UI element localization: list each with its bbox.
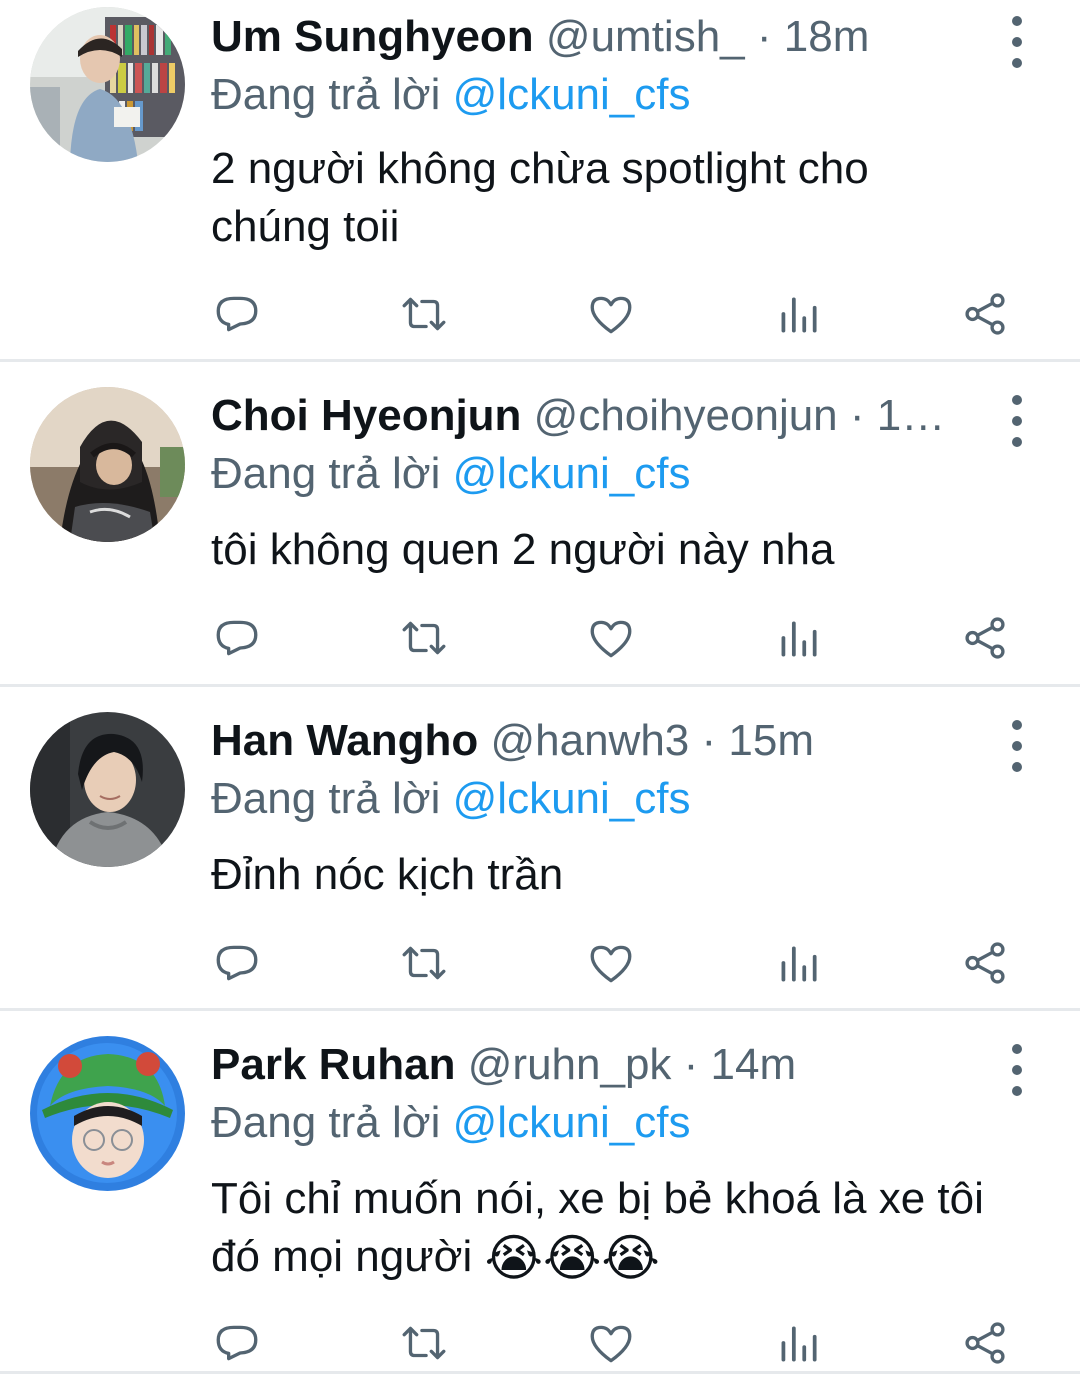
retweet-icon[interactable] bbox=[398, 1317, 450, 1369]
reply-icon[interactable] bbox=[211, 1317, 263, 1369]
heart-icon[interactable] bbox=[585, 937, 637, 989]
avatar-photo bbox=[30, 387, 185, 542]
display-name[interactable]: Han Wangho bbox=[211, 716, 478, 765]
avatar[interactable] bbox=[30, 712, 185, 867]
mention-link[interactable]: @lckuni_cfs bbox=[453, 449, 691, 498]
avatar-photo bbox=[30, 1036, 185, 1191]
avatar-photo bbox=[30, 7, 185, 162]
mention-link[interactable]: @lckuni_cfs bbox=[453, 1098, 691, 1147]
reply-icon[interactable] bbox=[211, 937, 263, 989]
user-handle[interactable]: @umtish_ bbox=[546, 12, 745, 61]
timestamp[interactable]: 18m bbox=[784, 12, 870, 61]
separator: · bbox=[701, 716, 717, 765]
user-handle[interactable]: @ruhn_pk bbox=[468, 1040, 672, 1089]
more-vertical-icon[interactable] bbox=[1002, 16, 1032, 68]
timestamp[interactable]: 1… bbox=[877, 391, 945, 440]
share-icon[interactable] bbox=[959, 937, 1011, 989]
tweet-header: Choi Hyeonjun @choihyeonjun · 1… bbox=[211, 387, 990, 445]
share-icon[interactable] bbox=[959, 288, 1011, 340]
action-bar bbox=[211, 608, 1011, 668]
tweet-header: Park Ruhan @ruhn_pk · 14m bbox=[211, 1036, 990, 1094]
reply-prefix: Đang trả lời bbox=[211, 1098, 441, 1147]
reply-icon[interactable] bbox=[211, 288, 263, 340]
share-icon[interactable] bbox=[959, 612, 1011, 664]
views-icon[interactable] bbox=[772, 937, 824, 989]
reply-prefix: Đang trả lời bbox=[211, 70, 441, 119]
reply-context: Đang trả lời @lckuni_cfs bbox=[211, 445, 990, 503]
retweet-icon[interactable] bbox=[398, 612, 450, 664]
retweet-icon[interactable] bbox=[398, 288, 450, 340]
avatar-photo bbox=[30, 712, 185, 867]
action-bar bbox=[211, 284, 1011, 344]
timestamp[interactable]: 15m bbox=[728, 716, 814, 765]
tweet-text: Đỉnh nóc kịch trần bbox=[211, 850, 564, 899]
more-vertical-icon[interactable] bbox=[1002, 720, 1032, 772]
separator: · bbox=[756, 12, 772, 61]
user-handle[interactable]: @choihyeonjun bbox=[534, 391, 838, 440]
separator: · bbox=[683, 1040, 699, 1089]
action-bar bbox=[211, 933, 1011, 993]
tweet-text: Tôi chỉ muốn nói, xe bị bẻ khoá là xe tô… bbox=[211, 1170, 1001, 1286]
views-icon[interactable] bbox=[772, 612, 824, 664]
reply-context: Đang trả lời @lckuni_cfs bbox=[211, 1094, 990, 1152]
tweet[interactable]: Park Ruhan @ruhn_pk · 14m Đang trả lời @… bbox=[0, 1011, 1080, 1374]
user-handle[interactable]: @hanwh3 bbox=[490, 716, 689, 765]
separator: · bbox=[849, 391, 865, 440]
mention-link[interactable]: @lckuni_cfs bbox=[453, 774, 691, 823]
avatar[interactable] bbox=[30, 1036, 185, 1191]
reply-context: Đang trả lời @lckuni_cfs bbox=[211, 66, 990, 124]
more-vertical-icon[interactable] bbox=[1002, 395, 1032, 447]
share-icon[interactable] bbox=[959, 1317, 1011, 1369]
reply-prefix: Đang trả lời bbox=[211, 449, 441, 498]
heart-icon[interactable] bbox=[585, 1317, 637, 1369]
display-name[interactable]: Park Ruhan bbox=[211, 1040, 456, 1089]
crying-emoji: 😭😭😭 bbox=[484, 1230, 660, 1286]
more-vertical-icon[interactable] bbox=[1002, 1044, 1032, 1096]
reply-context: Đang trả lời @lckuni_cfs bbox=[211, 770, 990, 828]
reply-prefix: Đang trả lời bbox=[211, 774, 441, 823]
display-name[interactable]: Choi Hyeonjun bbox=[211, 391, 521, 440]
reply-icon[interactable] bbox=[211, 612, 263, 664]
heart-icon[interactable] bbox=[585, 612, 637, 664]
display-name[interactable]: Um Sunghyeon bbox=[211, 12, 534, 61]
tweet-header: Um Sunghyeon @umtish_ · 18m bbox=[211, 8, 990, 66]
mention-link[interactable]: @lckuni_cfs bbox=[453, 70, 691, 119]
action-bar bbox=[211, 1313, 1011, 1373]
avatar[interactable] bbox=[30, 387, 185, 542]
heart-icon[interactable] bbox=[585, 288, 637, 340]
views-icon[interactable] bbox=[772, 1317, 824, 1369]
views-icon[interactable] bbox=[772, 288, 824, 340]
timestamp[interactable]: 14m bbox=[711, 1040, 797, 1089]
tweet[interactable]: Choi Hyeonjun @choihyeonjun · 1… Đang tr… bbox=[0, 362, 1080, 687]
avatar[interactable] bbox=[30, 7, 185, 162]
tweet-header: Han Wangho @hanwh3 · 15m bbox=[211, 712, 990, 770]
tweet-text: tôi không quen 2 người này nha bbox=[211, 525, 835, 574]
tweet[interactable]: Um Sunghyeon @umtish_ · 18m Đang trả lời… bbox=[0, 0, 1080, 362]
retweet-icon[interactable] bbox=[398, 937, 450, 989]
tweet-text: 2 người không chừa spotlight cho chúng t… bbox=[211, 144, 869, 251]
tweet[interactable]: Han Wangho @hanwh3 · 15m Đang trả lời @l… bbox=[0, 687, 1080, 1011]
